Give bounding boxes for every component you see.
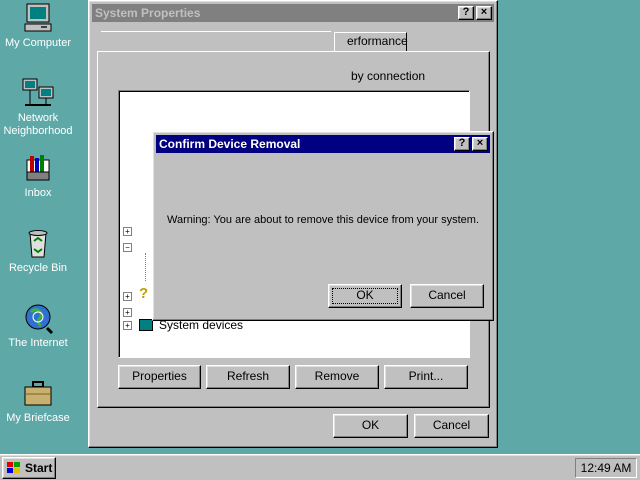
ok-button[interactable]: OK (328, 284, 402, 308)
internet-icon (21, 302, 55, 335)
clock[interactable]: 12:49 AM (575, 458, 637, 478)
desktop-icon-label: Inbox (24, 187, 52, 199)
desktop-icon-internet[interactable]: The Internet (0, 302, 76, 350)
desktop-icon-label: Recycle Bin (8, 262, 68, 274)
computer-icon (21, 2, 55, 34)
windows-logo-icon (7, 462, 20, 473)
close-button[interactable]: × (476, 6, 492, 20)
remove-button[interactable]: Remove (295, 365, 379, 389)
desktop-icon-network[interactable]: Network Neighborhood (0, 77, 76, 138)
inbox-icon (21, 152, 55, 184)
start-label: Start (25, 461, 53, 475)
tab-label: erformance (347, 34, 408, 48)
desktop-icon-briefcase[interactable]: My Briefcase (0, 377, 76, 425)
start-button[interactable]: Start (2, 457, 56, 479)
cancel-button[interactable]: Cancel (414, 414, 489, 438)
desktop-icon-label: My Computer (4, 37, 72, 49)
question-icon: ? (139, 285, 149, 302)
dialog-title: Confirm Device Removal (159, 137, 301, 151)
tree-row-expand-4[interactable]: + (123, 306, 132, 318)
tab-performance[interactable]: erformance (334, 32, 408, 52)
desktop-icon-my-computer[interactable]: My Computer (0, 2, 76, 50)
ok-button[interactable]: OK (333, 414, 408, 438)
window-title: System Properties (95, 6, 201, 20)
refresh-button[interactable]: Refresh (206, 365, 290, 389)
option-label: by connection (351, 69, 426, 83)
help-button[interactable]: ? (454, 137, 470, 151)
desktop-icon-label: My Briefcase (6, 412, 70, 424)
properties-button[interactable]: Properties (118, 365, 201, 389)
view-by-connection-option[interactable]: by connection (351, 69, 425, 83)
close-icon: × (480, 6, 488, 18)
tree-row-expand-3[interactable]: + (123, 290, 132, 302)
taskbar: Start 12:49 AM (0, 454, 640, 480)
network-icon (21, 77, 55, 109)
title-bar[interactable]: System Properties ? × (92, 4, 494, 22)
print-button[interactable]: Print... (384, 365, 468, 389)
warning-message: Warning: You are about to remove this de… (167, 214, 480, 226)
briefcase-icon (21, 377, 55, 409)
confirm-device-removal-dialog: Confirm Device Removal ? × Warning: You … (152, 131, 494, 321)
tab-remnant (101, 31, 331, 34)
recycle-bin-icon (21, 227, 55, 259)
tree-row-expand-1[interactable]: + (123, 225, 132, 237)
tree-row-expand-2[interactable]: − (123, 241, 132, 253)
help-button[interactable]: ? (458, 6, 474, 20)
close-icon: × (476, 137, 484, 149)
computer-icon (139, 319, 153, 331)
title-bar[interactable]: Confirm Device Removal ? × (156, 135, 490, 153)
desktop-icon-recycle-bin[interactable]: Recycle Bin (0, 227, 76, 275)
close-button[interactable]: × (472, 137, 488, 151)
desktop-icon-label: The Internet (8, 337, 68, 349)
cancel-button[interactable]: Cancel (410, 284, 484, 308)
clock-time: 12:49 AM (580, 461, 632, 475)
desktop-icon-inbox[interactable]: Inbox (0, 152, 76, 200)
desktop-icon-label: Network Neighborhood (3, 112, 73, 137)
